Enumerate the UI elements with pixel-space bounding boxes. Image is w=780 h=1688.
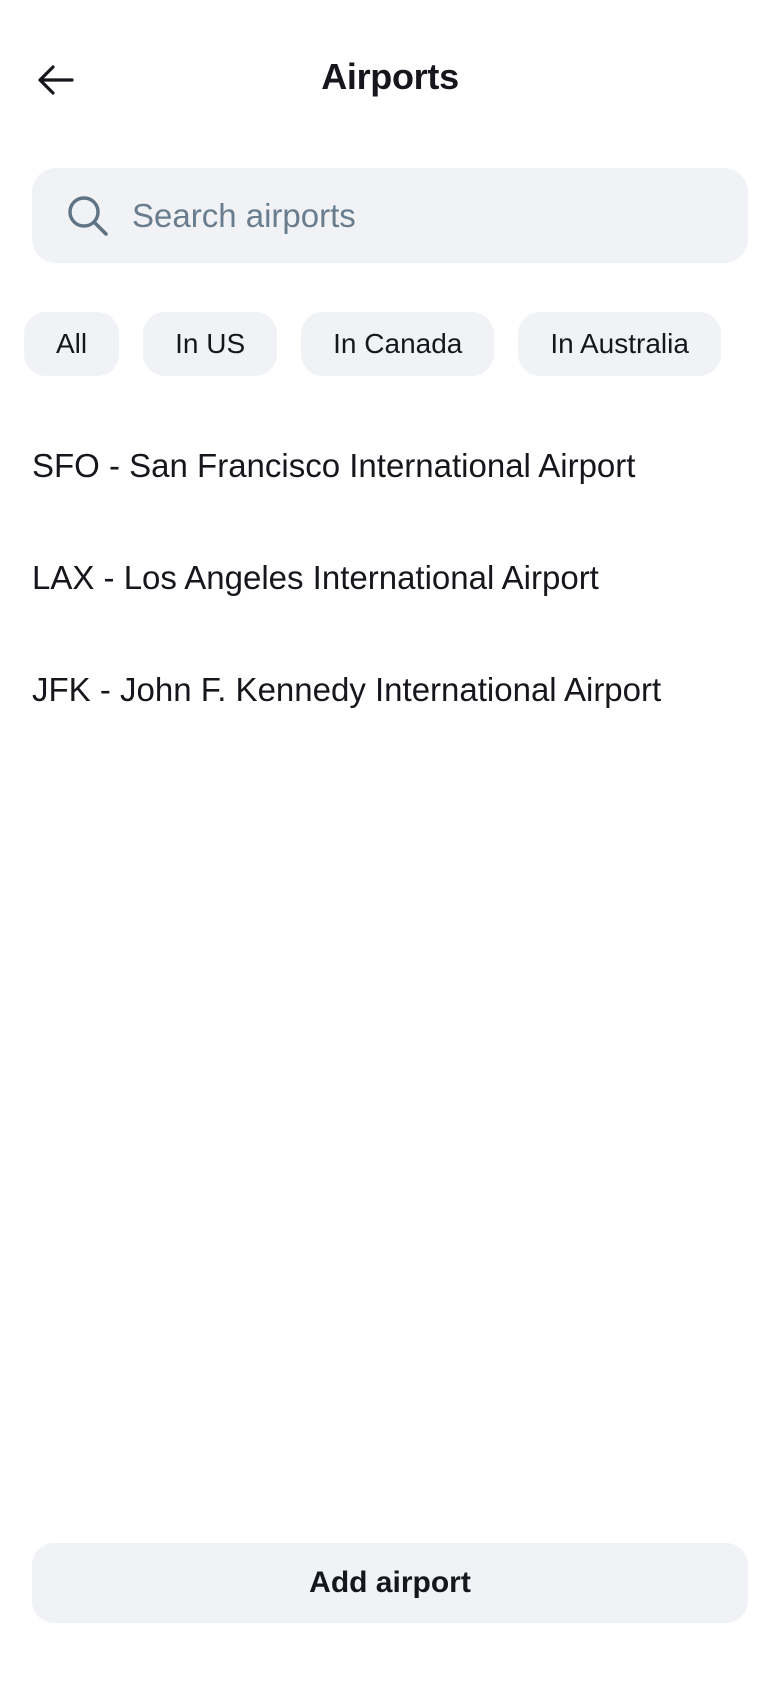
- airport-list: SFO - San Francisco International Airpor…: [32, 410, 748, 746]
- filter-chip-in-us[interactable]: In US: [143, 312, 278, 376]
- page-title: Airports: [321, 56, 459, 97]
- filter-chip-all[interactable]: All: [24, 312, 120, 376]
- add-airport-button[interactable]: Add airport: [32, 1543, 748, 1623]
- filter-chips: All In US In Canada In Australia: [24, 312, 721, 376]
- airport-list-item-sfo[interactable]: SFO - San Francisco International Airpor…: [32, 410, 748, 522]
- airport-list-item-lax[interactable]: LAX - Los Angeles International Airport: [32, 522, 748, 634]
- header: Airports: [0, 0, 780, 160]
- search-bar[interactable]: [32, 168, 748, 263]
- airport-list-item-jfk[interactable]: JFK - John F. Kennedy International Airp…: [32, 634, 748, 746]
- filter-chip-in-canada[interactable]: In Canada: [301, 312, 495, 376]
- search-icon: [66, 194, 110, 238]
- filter-chip-in-australia[interactable]: In Australia: [518, 312, 721, 376]
- search-input[interactable]: [132, 185, 692, 246]
